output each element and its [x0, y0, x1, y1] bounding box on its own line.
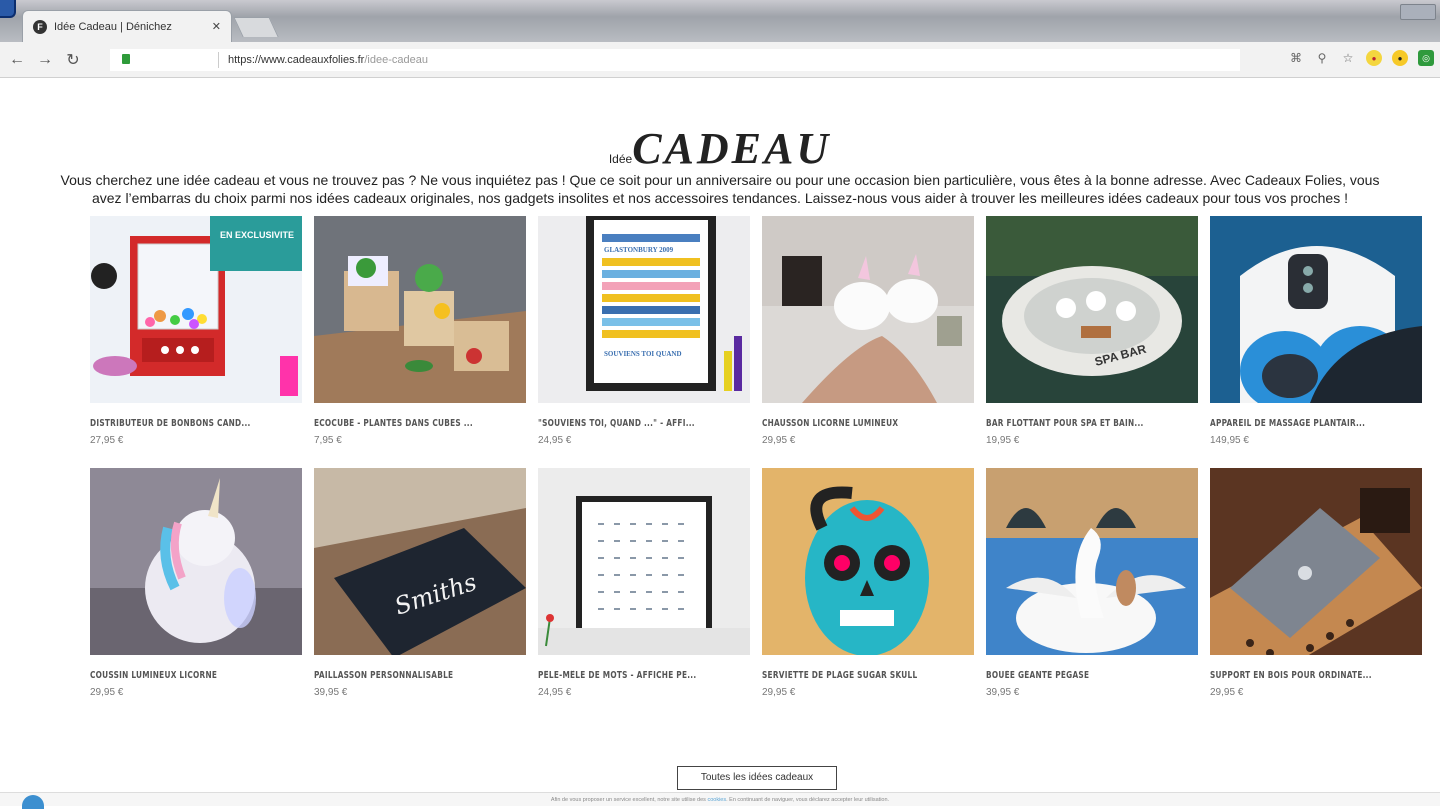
product-image-pegasus-float[interactable] [986, 468, 1198, 655]
product-name[interactable]: "SOUVIENS TOI, QUAND ..." - AFFI... [538, 418, 749, 429]
product-price: 29,95 € [90, 687, 124, 698]
browser-toolbar: ← → ↻ https://www.cadeauxfolies.fr/idee-… [0, 42, 1440, 78]
url-text[interactable]: https://www.cadeauxfolies.fr/idee-cadeau [228, 54, 428, 66]
forward-arrow-icon[interactable]: → [34, 51, 56, 69]
url-host: https://www.cadeauxfolies.fr [228, 54, 365, 66]
extension-search-icon[interactable]: ● [1366, 50, 1382, 66]
product-card[interactable]: APPAREIL DE MASSAGE PLANTAIR... 149,95 € [1210, 216, 1422, 446]
product-price: 7,95 € [314, 435, 342, 446]
product-image-sugar-skull-towel[interactable] [762, 468, 974, 655]
page-title-big: CADEAU [632, 124, 832, 173]
poster-line-1: GLASTONBURY 2009 [604, 246, 674, 254]
tab-close-icon[interactable]: ✕ [212, 20, 221, 33]
url-separator [218, 52, 219, 68]
page-content: IdéeCADEAU Vous cherchez une idée cadeau… [0, 79, 1440, 809]
browser-titlebar: F Idée Cadeau | Dénichez ✕ [0, 0, 1440, 42]
product-image-ecocube[interactable] [314, 216, 526, 403]
product-card[interactable]: EN EXCLUSIVITE DISTRIBUTEUR DE BONBONS C… [90, 216, 302, 446]
product-name[interactable]: CHAUSSON LICORNE LUMINEUX [762, 418, 973, 429]
back-arrow-icon[interactable]: ← [6, 51, 28, 69]
product-price: 27,95 € [90, 435, 124, 446]
product-name[interactable]: SERVIETTE DE PLAGE SUGAR SKULL [762, 670, 973, 681]
product-name[interactable]: APPAREIL DE MASSAGE PLANTAIR... [1210, 418, 1421, 429]
product-image-laptop-stand[interactable] [1210, 468, 1422, 655]
translate-icon[interactable]: ⌘ [1288, 50, 1304, 66]
product-card[interactable]: SUPPORT EN BOIS POUR ORDINATE... 29,95 € [1210, 468, 1422, 698]
intro-paragraph: Vous cherchez une idée cadeau et vous ne… [60, 172, 1380, 206]
product-card[interactable]: GLASTONBURY 2009 SOUVIENS TOI QUAND "SOU… [538, 216, 750, 446]
product-name[interactable]: BOUÉE GÉANTE PÉGASE [986, 670, 1197, 681]
product-price: 149,95 € [1210, 435, 1249, 446]
cookie-text-2: . En continuant de naviguer, vous déclar… [726, 797, 890, 803]
product-image-unicorn-slippers[interactable] [762, 216, 974, 403]
product-card[interactable]: COUSSIN LUMINEUX LICORNE 29,95 € [90, 468, 302, 698]
tab-title: Idée Cadeau | Dénichez [54, 20, 172, 33]
page-title: IdéeCADEAU [0, 123, 1440, 174]
product-name[interactable]: COUSSIN LUMINEUX LICORNE [90, 670, 301, 681]
page-title-small: Idée [608, 152, 633, 166]
product-card[interactable]: ECOCUBE - PLANTES DANS CUBES ... 7,95 € [314, 216, 526, 446]
window-controls[interactable] [1400, 4, 1436, 20]
product-price: 39,95 € [314, 687, 348, 698]
product-name[interactable]: DISTRIBUTEUR DE BONBONS CAND... [90, 418, 301, 429]
product-image-spa-bar[interactable]: SPA BAR [986, 216, 1198, 403]
product-name[interactable]: SUPPORT EN BOIS POUR ORDINATE... [1210, 670, 1421, 681]
product-image-foot-massager[interactable] [1210, 216, 1422, 403]
product-price: 24,95 € [538, 435, 572, 446]
poster-line-2: SOUVIENS TOI QUAND [604, 350, 682, 358]
product-card[interactable]: Smiths PAILLASSON PERSONNALISABLE 39,95 … [314, 468, 526, 698]
cookie-link[interactable]: cookies [707, 797, 726, 803]
product-card[interactable]: CHAUSSON LICORNE LUMINEUX 29,95 € [762, 216, 974, 446]
all-gift-ideas-button[interactable]: Toutes les idées cadeaux [677, 766, 837, 790]
product-card[interactable]: SERVIETTE DE PLAGE SUGAR SKULL 29,95 € [762, 468, 974, 698]
claw-banner-text: EN EXCLUSIVITE [220, 230, 294, 240]
product-price: 24,95 € [538, 687, 572, 698]
site-favicon-icon: F [33, 19, 47, 34]
extension-green-icon[interactable]: ◎ [1418, 50, 1434, 66]
zoom-icon[interactable]: ⚲ [1314, 50, 1330, 66]
product-image-claw-machine[interactable]: EN EXCLUSIVITE [90, 216, 302, 403]
product-name[interactable]: PÊLE-MÊLE DE MOTS - AFFICHE PE... [538, 670, 749, 681]
secure-lock-icon [122, 54, 130, 64]
product-price: 19,95 € [986, 435, 1020, 446]
product-price: 29,95 € [762, 687, 796, 698]
product-card[interactable]: BOUÉE GÉANTE PÉGASE 39,95 € [986, 468, 1198, 698]
reload-icon[interactable]: ↻ [62, 50, 84, 70]
product-price: 29,95 € [762, 435, 796, 446]
product-card[interactable]: SPA BAR BAR FLOTTANT POUR SPA ET BAIN...… [986, 216, 1198, 446]
new-tab-button[interactable] [233, 17, 279, 37]
browser-tab[interactable]: F Idée Cadeau | Dénichez ✕ [22, 10, 232, 42]
product-name[interactable]: PAILLASSON PERSONNALISABLE [314, 670, 525, 681]
toolbar-icons: ⌘ ⚲ ☆ ● ● ◎ [1288, 50, 1434, 66]
product-card[interactable]: PÊLE-MÊLE DE MOTS - AFFICHE PE... 24,95 … [538, 468, 750, 698]
product-image-doormat[interactable]: Smiths [314, 468, 526, 655]
app-badge-icon [0, 0, 16, 18]
url-path: /idee-cadeau [364, 54, 428, 66]
product-name[interactable]: ECOCUBE - PLANTES DANS CUBES ... [314, 418, 525, 429]
extension-round-icon[interactable]: ● [1392, 50, 1408, 66]
product-name[interactable]: BAR FLOTTANT POUR SPA ET BAIN... [986, 418, 1197, 429]
product-image-unicorn-lamp[interactable] [90, 468, 302, 655]
product-price: 29,95 € [1210, 687, 1244, 698]
product-image-poster[interactable]: GLASTONBURY 2009 SOUVIENS TOI QUAND [538, 216, 750, 403]
product-price: 39,95 € [986, 687, 1020, 698]
product-image-word-poster[interactable] [538, 468, 750, 655]
cookie-text: Afin de vous proposer un service excelle… [550, 797, 706, 803]
cookie-banner: Afin de vous proposer un service excelle… [0, 792, 1440, 806]
bookmark-star-icon[interactable]: ☆ [1340, 50, 1356, 66]
